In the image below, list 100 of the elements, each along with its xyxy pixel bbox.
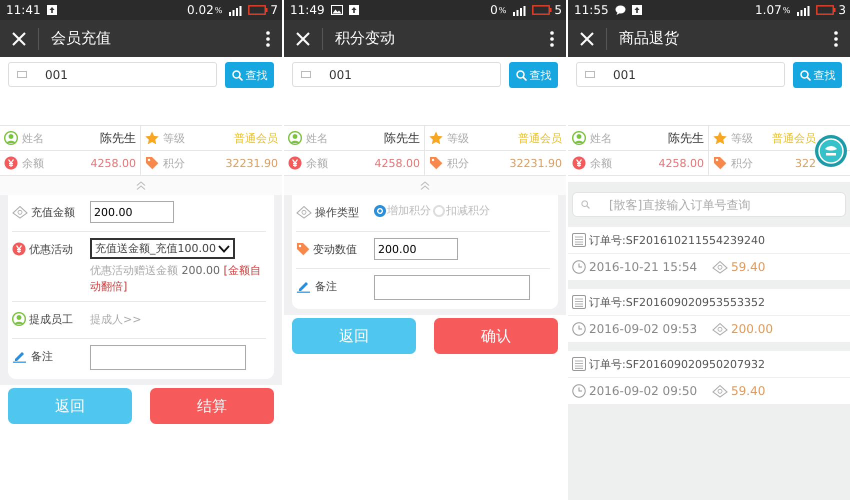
field-value: 32231.90 — [510, 156, 562, 170]
field-label: 备注 — [315, 279, 337, 294]
field-label: 余额 — [306, 156, 329, 170]
order-card[interactable]: 订单号:SF201610211554239240 2016-10-21 15:54 59.40 — [568, 227, 850, 281]
order-number: 订单号:SF201609020950207932 — [589, 356, 765, 372]
order-amount: 200.00 — [731, 322, 773, 336]
dropdown[interactable]: 充值送金额_充值100.00 — [90, 238, 235, 259]
field-label: 余额 — [22, 156, 45, 170]
yen-icon — [572, 156, 586, 170]
search-icon — [800, 70, 810, 80]
banknote-icon — [712, 322, 728, 336]
field-value: 普通会员 — [518, 130, 562, 146]
clock-icon — [572, 322, 586, 336]
card-number-field[interactable]: 001 — [576, 62, 785, 87]
order-time: 2016-09-02 09:53 — [589, 322, 698, 336]
speed-unit: % — [782, 6, 790, 14]
back-button[interactable]: 返回 — [8, 388, 132, 424]
search-icon — [516, 70, 526, 80]
field-value: 4258.00 — [90, 156, 136, 170]
field-label: 积分 — [731, 156, 754, 170]
field-label: 等级 — [731, 130, 754, 146]
field-label: 姓名 — [590, 130, 613, 146]
battery-level: 7 — [270, 3, 278, 17]
person-icon — [288, 131, 302, 145]
star-icon — [145, 131, 159, 145]
card-icon — [301, 71, 311, 78]
field-label: 优惠活动 — [29, 242, 73, 257]
order-amount: 59.40 — [731, 260, 766, 274]
clock-icon — [572, 384, 586, 398]
speed-unit: % — [214, 6, 222, 14]
document-icon — [572, 233, 586, 247]
close-icon[interactable] — [296, 32, 310, 46]
signal-icon — [228, 4, 242, 16]
search-button[interactable]: 查找 — [793, 62, 842, 88]
back-button[interactable]: 返回 — [292, 318, 416, 354]
star-icon — [713, 131, 727, 145]
card-icon — [585, 71, 595, 78]
clock-icon — [572, 260, 586, 274]
clock-time: 11:55 — [574, 3, 609, 17]
pen-icon — [296, 279, 312, 293]
clock-time: 11:49 — [290, 3, 325, 17]
search-button[interactable]: 查找 — [225, 62, 274, 88]
more-icon[interactable] — [834, 30, 838, 46]
card-number-field[interactable]: 001 — [292, 62, 501, 87]
field-value: 陈先生 — [384, 130, 420, 146]
remark-field[interactable] — [90, 345, 246, 370]
radio-option[interactable]: 扣减积分 — [433, 203, 490, 218]
tag-icon — [296, 242, 310, 256]
banknote-icon — [12, 205, 28, 219]
tag-icon — [713, 156, 727, 170]
confirm-button[interactable]: 结算 — [150, 388, 274, 424]
order-number: 订单号:SF201609020953553352 — [589, 294, 765, 310]
more-icon[interactable] — [266, 30, 270, 46]
staff-link[interactable]: 提成人>> — [90, 308, 142, 327]
field-label: 充值金额 — [31, 205, 75, 220]
banknote-icon — [712, 384, 728, 398]
amount-field[interactable]: 200.00 — [374, 238, 458, 260]
document-icon — [572, 357, 586, 371]
image-icon — [330, 5, 343, 15]
field-label: 等级 — [163, 130, 186, 146]
chat-icon — [614, 5, 626, 15]
field-value: 普通会员 — [234, 130, 278, 146]
field-value: 陈先生 — [668, 130, 704, 146]
order-time: 2016-09-02 09:50 — [589, 384, 698, 398]
field-label: 变动数值 — [313, 242, 357, 257]
network-speed: 1.07 — [755, 3, 782, 17]
field-value: 32231.90 — [226, 156, 278, 170]
upload-icon — [632, 5, 642, 15]
field-value: 4258.00 — [374, 156, 420, 170]
amount-field[interactable]: 200.00 — [90, 201, 174, 223]
card-number-field[interactable]: 001 — [8, 62, 217, 87]
field-label: 姓名 — [22, 130, 45, 146]
window-title: 商品退货 — [619, 29, 680, 48]
radio-option[interactable]: 增加积分 — [374, 203, 431, 218]
close-icon[interactable] — [580, 32, 594, 46]
person-icon — [12, 312, 26, 326]
close-icon[interactable] — [12, 32, 26, 46]
order-search-field[interactable]: [散客]直接输入订单号查询 — [572, 192, 846, 217]
network-speed: 0.02 — [187, 3, 214, 17]
yen-icon — [12, 242, 26, 256]
order-amount: 59.40 — [731, 384, 766, 398]
remark-field[interactable] — [374, 275, 530, 300]
field-label: 等级 — [447, 130, 470, 146]
chevron-icon — [218, 244, 230, 252]
search-button[interactable]: 查找 — [509, 62, 558, 88]
window-title: 积分变动 — [335, 29, 396, 48]
confirm-button[interactable]: 确认 — [434, 318, 558, 354]
card-icon — [17, 71, 27, 78]
field-label: 积分 — [163, 156, 186, 170]
yen-icon — [4, 156, 18, 170]
battery-icon — [248, 5, 268, 15]
order-card[interactable]: 订单号:SF201609020953553352 2016-09-02 09:53 200.00 — [568, 289, 850, 343]
floating-button[interactable] — [814, 134, 848, 168]
field-label: 余额 — [590, 156, 613, 170]
search-icon — [232, 70, 242, 80]
signal-icon — [512, 4, 526, 16]
order-time: 2016-10-21 15:54 — [589, 260, 698, 274]
more-icon[interactable] — [550, 30, 554, 46]
battery-level: 3 — [838, 3, 846, 17]
order-card[interactable]: 订单号:SF201609020950207932 2016-09-02 09:50 59.40 — [568, 351, 850, 405]
